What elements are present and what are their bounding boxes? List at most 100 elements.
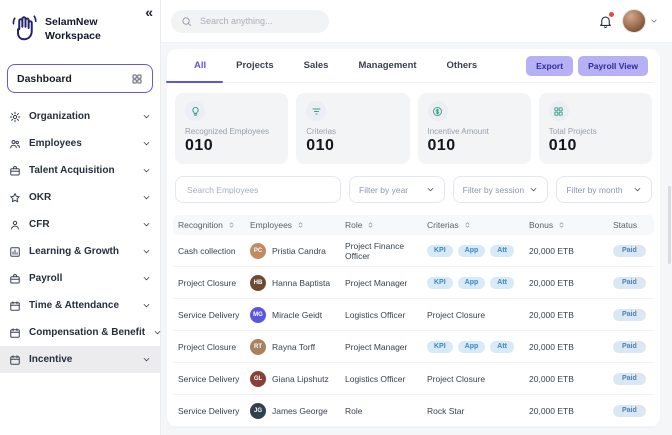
- dollar-icon: [432, 106, 443, 117]
- sort-icon: [558, 220, 565, 230]
- bonus-cell: 20,000 ETB: [529, 246, 613, 256]
- column-header-recognition[interactable]: Recognition: [178, 220, 250, 230]
- stat-card-recognized-employees: Recognized Employees010: [175, 93, 288, 164]
- column-header-label: Role: [345, 220, 362, 230]
- grid-icon: [131, 73, 143, 85]
- sidebar-nav: OrganizationEmployees Talent Acquisition O…: [0, 103, 160, 435]
- tab-management[interactable]: Management: [343, 49, 431, 82]
- stat-card-value: 010: [185, 137, 278, 155]
- column-header-label: Recognition: [178, 220, 223, 230]
- payroll-view-button[interactable]: Payroll View: [578, 56, 648, 76]
- employee-name: James George: [272, 406, 328, 416]
- filter-dropdown-filter-by-month[interactable]: Filter by month: [556, 176, 652, 203]
- filter-dropdown-filter-by-session[interactable]: Filter by session: [453, 176, 549, 203]
- profile-menu[interactable]: [622, 9, 658, 33]
- avatar: MG: [250, 307, 266, 323]
- sidebar-item-okr[interactable]: OKR: [0, 184, 160, 211]
- chevron-down-icon: [142, 301, 151, 310]
- employee-cell: GLGiana Lipshutz: [250, 371, 345, 387]
- search-input[interactable]: [198, 15, 319, 27]
- tab-projects[interactable]: Projects: [221, 49, 289, 82]
- employee-search-input[interactable]: [185, 184, 331, 196]
- sidebar-item-label: OKR: [29, 192, 134, 203]
- sidebar-item-compensation-benefit[interactable]: Compensation & Benefit: [0, 319, 160, 346]
- recognition-cell: Service Delivery: [178, 310, 250, 320]
- calendar-icon: [9, 354, 21, 366]
- recognition-cell: Project Closure: [178, 342, 250, 352]
- sidebar-item-label: Talent Acquisition: [29, 165, 134, 176]
- sidebar-item-time-attendance[interactable]: Time & Attendance: [0, 292, 160, 319]
- sidebar: SelamNew Workspace « Dashboard Organizat…: [0, 0, 161, 435]
- sort-icon: [297, 220, 304, 230]
- role-cell: Project Finance Officer: [345, 241, 427, 261]
- topbar: [161, 0, 672, 43]
- tab-sales[interactable]: Sales: [289, 49, 344, 82]
- role-cell: Role: [345, 406, 427, 416]
- star-icon: [9, 192, 21, 204]
- brand-name: SelamNew Workspace: [45, 13, 101, 43]
- filters-row: Filter by year Filter by session Filter by…: [175, 176, 652, 203]
- sidebar-item-cfr[interactable]: CFR: [0, 211, 160, 238]
- stat-card-total-projects: Total Projects010: [539, 93, 652, 164]
- criteria-badge: Att: [490, 277, 514, 289]
- criteria-badge: Att: [490, 341, 514, 353]
- column-header-label: Employees: [250, 220, 292, 230]
- users-icon: [9, 138, 21, 150]
- column-header-role[interactable]: Role: [345, 220, 427, 230]
- chevron-down-icon: [153, 328, 162, 337]
- role-cell: Logistics Officer: [345, 310, 427, 320]
- criterias-cell: Project Closure: [427, 374, 529, 384]
- recognition-cell: Service Delivery: [178, 374, 250, 384]
- sidebar-item-incentive[interactable]: Incentive: [0, 346, 160, 373]
- status-badge: Paid: [613, 309, 646, 321]
- column-header-bonus[interactable]: Bonus: [529, 220, 613, 230]
- criteria-badge: App: [458, 341, 486, 353]
- status-badge: Paid: [613, 277, 646, 289]
- sidebar-item-label: Payroll: [29, 273, 134, 284]
- notification-bell-icon[interactable]: [598, 14, 613, 29]
- grid-icon: [553, 106, 564, 117]
- export-button[interactable]: Export: [526, 56, 573, 76]
- sidebar-item-label: CFR: [29, 219, 134, 230]
- sidebar-item-talent-acquisition[interactable]: Talent Acquisition: [0, 157, 160, 184]
- collapse-sidebar-icon[interactable]: «: [145, 4, 153, 20]
- criteria-badge: App: [458, 245, 486, 257]
- filter-dropdown-filter-by-year[interactable]: Filter by year: [349, 176, 445, 203]
- chevron-down-icon: [142, 139, 151, 148]
- briefcase-icon: [9, 273, 21, 285]
- calendar-icon: [9, 327, 21, 339]
- employee-cell: JGJames George: [250, 403, 345, 419]
- sidebar-item-organization[interactable]: Organization: [0, 103, 160, 130]
- bonus-cell: 20,000 ETB: [529, 310, 613, 320]
- tabs: AllProjectsSalesManagementOthers: [179, 49, 492, 82]
- status-badge: Paid: [613, 373, 646, 385]
- column-header-status[interactable]: Status: [613, 220, 649, 230]
- sidebar-item-learning-growth[interactable]: Learning & Growth: [0, 238, 160, 265]
- scrollbar-thumb[interactable]: [668, 186, 671, 264]
- sidebar-item-employees[interactable]: Employees: [0, 130, 160, 157]
- role-cell: Project Manager: [345, 342, 427, 352]
- employee-name: Hanna Baptista: [272, 278, 330, 288]
- column-header-criterias[interactable]: Criterias: [427, 220, 529, 230]
- employee-search-field[interactable]: [175, 176, 341, 203]
- employee-cell: HB Hanna Baptista: [250, 275, 345, 291]
- criteria-badge: KPI: [427, 341, 453, 353]
- brand-logo: SelamNew Workspace: [0, 0, 160, 51]
- global-search[interactable]: [171, 10, 329, 33]
- column-header-employees[interactable]: Employees: [250, 220, 345, 230]
- chevron-down-icon: [142, 247, 151, 256]
- app-window: SelamNew Workspace « Dashboard Organizat…: [0, 0, 672, 435]
- avatar: HB: [250, 275, 266, 291]
- stat-icon-circle: [185, 101, 205, 121]
- bonus-cell: 20,000 ETB: [529, 374, 613, 384]
- status-cell: Paid: [613, 276, 649, 289]
- tab-others[interactable]: Others: [432, 49, 493, 82]
- tab-all[interactable]: All: [179, 49, 221, 82]
- chevron-down-icon: [633, 185, 642, 194]
- hand-logo-icon: [9, 13, 39, 43]
- stat-icon-circle: [306, 101, 326, 121]
- role-cell: Logistics Officer: [345, 374, 427, 384]
- stat-cards: Recognized Employees010Criterias010Incen…: [175, 93, 652, 164]
- sidebar-item-dashboard[interactable]: Dashboard: [7, 64, 153, 93]
- sidebar-item-payroll[interactable]: Payroll: [0, 265, 160, 292]
